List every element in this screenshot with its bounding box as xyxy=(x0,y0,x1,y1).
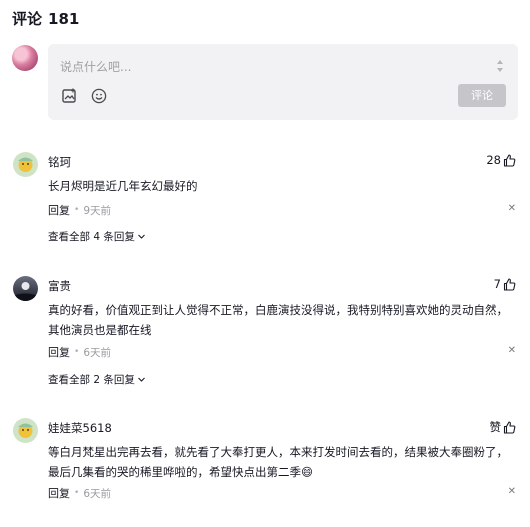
comment-composer: 评论 xyxy=(48,44,518,120)
comment-time: 9天前 xyxy=(83,204,111,217)
submit-comment-button[interactable]: 评论 xyxy=(458,84,506,107)
view-replies-label: 查看全部 2 条回复 xyxy=(48,374,135,386)
avatar[interactable] xyxy=(13,152,38,177)
thumbs-up-icon xyxy=(503,420,516,434)
comment-text: 长月烬明是近几年玄幻最好的 xyxy=(48,179,198,193)
close-icon[interactable]: ✕ xyxy=(508,486,516,497)
comments-title: 评论 xyxy=(12,10,43,28)
like-button[interactable]: 赞 xyxy=(490,419,517,435)
like-count: 赞 xyxy=(489,420,502,434)
close-icon[interactable]: ✕ xyxy=(508,203,516,214)
comment-text: 等白月梵星出完再去看，就先看了大奉打更人，本来打发时间去看的，结果被大奉圈粉了，… xyxy=(48,445,508,479)
separator-dot: • xyxy=(74,488,80,498)
comment-text: 真的好看，价值观正到让人觉得不正常，白鹿演技没得说，我特别特别喜欢她的灵动自然，… xyxy=(48,303,508,337)
input-resize-icon[interactable] xyxy=(496,59,504,73)
image-upload-icon[interactable] xyxy=(62,88,77,103)
view-replies-label: 查看全部 4 条回复 xyxy=(48,231,135,243)
like-count: 7 xyxy=(493,277,501,291)
reply-button[interactable]: 回复 xyxy=(48,485,70,501)
separator-dot: • xyxy=(74,347,80,357)
comments-header: 评论 181 xyxy=(12,8,79,29)
close-icon[interactable]: ✕ xyxy=(508,345,516,356)
comment-author[interactable]: 娃娃菜5618 xyxy=(48,420,112,436)
avatar[interactable] xyxy=(13,418,38,443)
separator-dot: • xyxy=(74,205,80,215)
reply-button[interactable]: 回复 xyxy=(48,344,70,360)
thumbs-up-icon xyxy=(503,153,516,167)
like-button[interactable]: 7 xyxy=(494,277,516,291)
comment-input[interactable] xyxy=(60,58,480,76)
comment-time: 6天前 xyxy=(83,346,111,359)
thumbs-up-icon xyxy=(503,277,516,291)
like-count: 28 xyxy=(486,153,501,167)
comment-author[interactable]: 铭珂 xyxy=(48,154,71,170)
view-replies-link[interactable]: 查看全部 2 条回复 xyxy=(48,372,146,387)
comment-author[interactable]: 富贵 xyxy=(48,278,71,294)
comment-time: 6天前 xyxy=(83,487,111,500)
emoji-icon[interactable] xyxy=(91,88,107,104)
like-button[interactable]: 28 xyxy=(486,153,516,167)
reply-button[interactable]: 回复 xyxy=(48,202,70,218)
avatar[interactable] xyxy=(13,276,38,301)
chevron-down-icon xyxy=(137,377,145,382)
chevron-down-icon xyxy=(137,234,145,239)
current-user-avatar xyxy=(12,45,38,71)
view-replies-link[interactable]: 查看全部 4 条回复 xyxy=(48,229,146,244)
comments-count: 181 xyxy=(48,10,80,28)
